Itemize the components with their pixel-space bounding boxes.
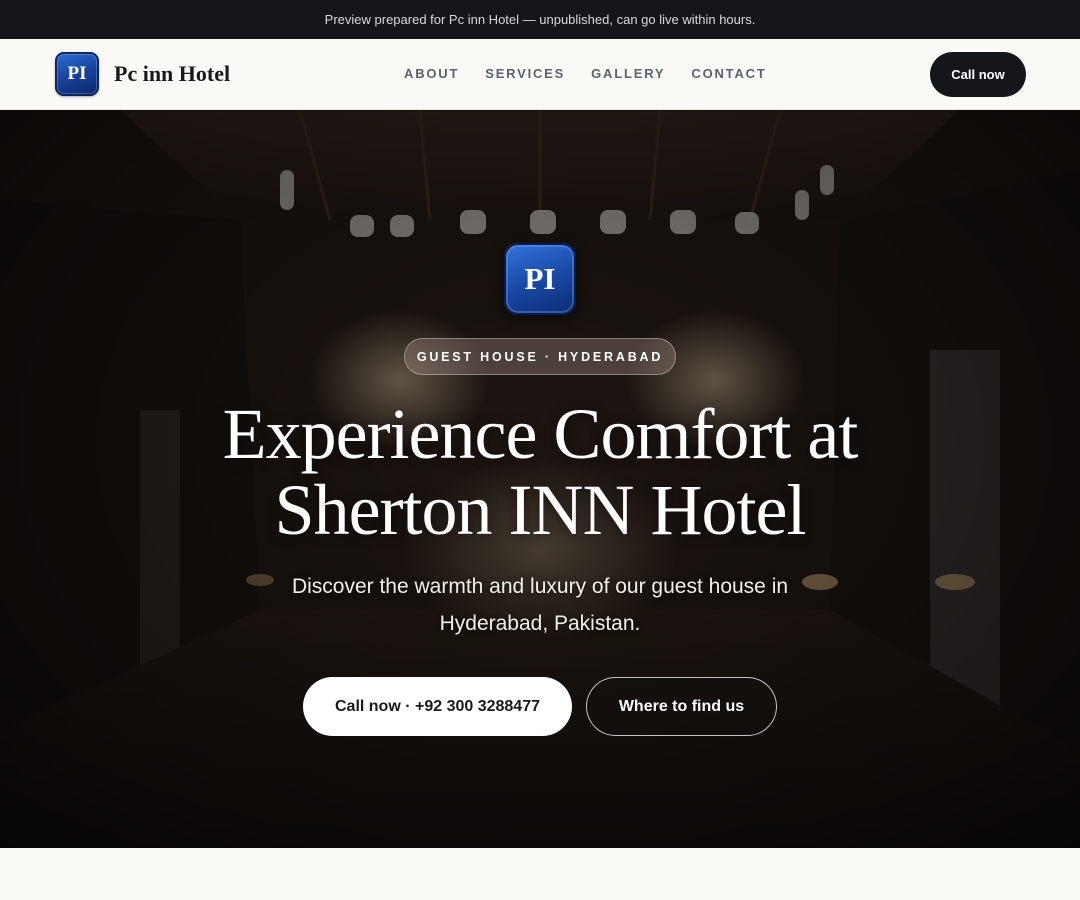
preview-banner-text: Preview prepared for Pc inn Hotel — unpu… [324, 12, 756, 27]
nav-item-contact[interactable]: CONTACT [691, 66, 766, 81]
nav-item-services[interactable]: SERVICES [485, 66, 565, 81]
hero-content: PI GUEST HOUSE · HYDERABAD Experience Co… [0, 110, 1080, 848]
header-call-button[interactable]: Call now [930, 52, 1026, 97]
brand-logo-initials: PI [67, 63, 87, 84]
preview-banner: Preview prepared for Pc inn Hotel — unpu… [0, 0, 1080, 39]
brand-logo: PI [55, 52, 99, 96]
where-to-find-us-button[interactable]: Where to find us [586, 677, 777, 736]
hero-logo-initials: PI [524, 261, 556, 296]
hero-section: PI GUEST HOUSE · HYDERABAD Experience Co… [0, 110, 1080, 848]
brand[interactable]: PI Pc inn Hotel [55, 52, 230, 96]
nav-item-gallery[interactable]: GALLERY [591, 66, 665, 81]
hero-eyebrow-badge: GUEST HOUSE · HYDERABAD [404, 338, 676, 375]
main-nav: ABOUT SERVICES GALLERY CONTACT [404, 66, 767, 81]
nav-item-about[interactable]: ABOUT [404, 66, 459, 81]
call-now-button[interactable]: Call now · +92 300 3288477 [303, 677, 572, 736]
hero-title: Experience Comfort at Sherton INN Hotel [222, 394, 859, 550]
hero-subtitle: Discover the warmth and luxury of our gu… [291, 575, 789, 635]
site-header: PI Pc inn Hotel ABOUT SERVICES GALLERY C… [0, 39, 1080, 110]
brand-name: Pc inn Hotel [114, 61, 231, 86]
hero-logo: PI [504, 243, 576, 315]
